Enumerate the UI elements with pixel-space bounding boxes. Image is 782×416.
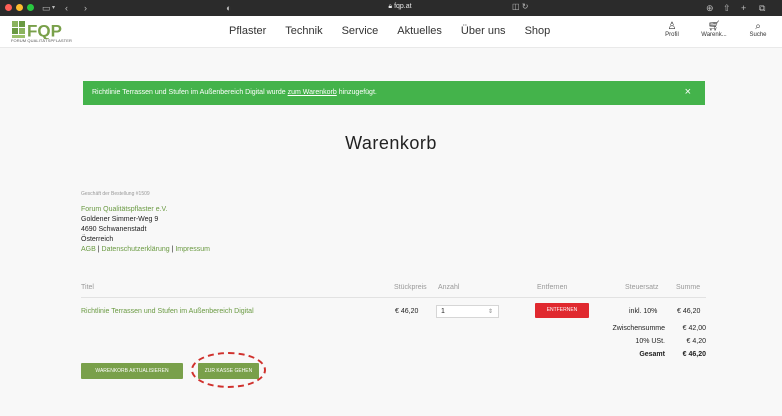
seller-street: Goldener Simmer-Weg 9 <box>81 216 159 223</box>
user-icon: ♙ <box>667 21 677 32</box>
nav-ueber-uns[interactable]: Über uns <box>461 25 506 37</box>
profile-label: Profil <box>665 32 679 38</box>
table-divider <box>81 297 706 298</box>
cart-label: Warenk... <box>701 32 727 38</box>
link-separator: | <box>97 246 100 253</box>
link-separator: | <box>171 246 174 253</box>
col-header-tax: Steuersatz <box>625 284 659 291</box>
back-icon[interactable]: ‹ <box>65 2 68 14</box>
col-header-sum: Summe <box>676 284 701 291</box>
zoom-window-icon[interactable] <box>27 4 34 11</box>
minimize-window-icon[interactable] <box>16 4 23 11</box>
nav-shop[interactable]: Shop <box>525 25 551 37</box>
extension-icon[interactable]: ◫ ↻ <box>512 2 528 11</box>
total-label: Gesamt <box>639 351 665 358</box>
download-icon[interactable]: ⊕ <box>706 2 714 14</box>
subtotal-label: Zwischensumme <box>612 325 665 332</box>
browser-toolbar: ▭ ▾ ‹ › ◐ 🔒︎ fqp.at ◫ ↻ ⊕ ⇧ + ⧉ <box>0 0 782 16</box>
plus-icon[interactable]: + <box>741 2 746 14</box>
legal-links: AGB | Datenschutzerklärung | Impressum <box>81 245 210 255</box>
cart-notice: Richtlinie Terrassen und Stufen im Außen… <box>83 81 705 105</box>
order-label: Geschäft der Bestellung #1509 <box>81 191 150 197</box>
row-sum: € 46,20 <box>677 308 701 315</box>
notice-cart-link[interactable]: zum Warenkorb <box>288 89 337 96</box>
vat-label: 10% USt. <box>635 338 665 345</box>
nav-technik[interactable]: Technik <box>285 25 322 37</box>
quantity-value: 1 <box>441 308 445 315</box>
product-title-link[interactable]: Richtlinie Terrassen und Stufen im Außen… <box>81 308 254 315</box>
nav-pflaster[interactable]: Pflaster <box>229 25 266 37</box>
svg-text:FQP: FQP <box>27 22 62 40</box>
cart-link[interactable]: 🛒︎ Warenk... <box>698 21 730 38</box>
privacy-link[interactable]: Datenschutzerklärung <box>102 246 170 253</box>
col-header-unit-price: Stückpreis <box>394 284 427 291</box>
chevron-down-icon[interactable]: ▾ <box>52 2 55 14</box>
close-icon[interactable]: × <box>685 86 691 98</box>
seller-city: 4690 Schwanenstadt <box>81 226 147 233</box>
imprint-link[interactable]: Impressum <box>175 246 210 253</box>
window-controls[interactable] <box>5 4 34 11</box>
unit-price: € 46,20 <box>395 308 419 315</box>
search-icon: ⌕ <box>755 21 761 32</box>
site-header: FQP FORUM QUALITÄTSPFLASTER Pflaster Tec… <box>0 16 782 48</box>
notice-text-end: hinzugefügt. <box>336 89 377 96</box>
nav-service[interactable]: Service <box>342 25 379 37</box>
vat-value: € 4,20 <box>686 338 706 345</box>
seller-info: Geschäft der Bestellung #1509 Forum Qual… <box>81 189 210 255</box>
logo-subtitle: FORUM QUALITÄTSPFLASTER <box>11 38 72 43</box>
total-value: € 46,20 <box>682 351 706 358</box>
tabs-icon[interactable]: ⧉ <box>759 2 765 14</box>
search-label: Suche <box>749 32 767 38</box>
forward-icon[interactable]: › <box>84 2 87 14</box>
notice-message: Richtlinie Terrassen und Stufen im Außen… <box>92 89 377 96</box>
quantity-stepper[interactable]: 1 ⇕ <box>436 305 499 318</box>
shield-icon[interactable]: ◐ <box>226 2 231 14</box>
seller-name: Forum Qualitätspflaster e.V. <box>81 206 168 213</box>
checkout-highlight-circle <box>191 352 266 388</box>
logo-icon: FQP <box>12 21 62 41</box>
stepper-arrows-icon[interactable]: ⇕ <box>488 308 493 315</box>
col-header-title: Titel <box>81 284 94 291</box>
sidebar-icon[interactable]: ▭ <box>42 2 51 14</box>
close-window-icon[interactable] <box>5 4 12 11</box>
remove-button[interactable]: ENTFERNEN <box>535 303 589 318</box>
agb-link[interactable]: AGB <box>81 246 96 253</box>
subtotal-value: € 42,00 <box>682 325 706 332</box>
lock-icon: 🔒︎ <box>388 3 393 10</box>
col-header-quantity: Anzahl <box>438 284 460 291</box>
seller-country: Österreich <box>81 236 114 243</box>
tax-rate: inkl. 10% <box>629 308 658 315</box>
profile-link[interactable]: ♙ Profil <box>660 21 684 38</box>
update-cart-button[interactable]: WARENKORB AKTUALISIEREN <box>81 363 183 379</box>
main-nav: Pflaster Technik Service Aktuelles Über … <box>229 25 550 37</box>
cart-icon: 🛒︎ <box>707 21 721 32</box>
address-bar[interactable]: 🔒︎ fqp.at <box>360 3 440 11</box>
notice-text: Richtlinie Terrassen und Stufen im Außen… <box>92 89 288 96</box>
share-icon[interactable]: ⇧ <box>723 2 731 14</box>
url-text: fqp.at <box>394 3 412 10</box>
col-header-remove: Entfernen <box>537 284 568 291</box>
search-link[interactable]: ⌕ Suche <box>745 21 771 38</box>
nav-aktuelles[interactable]: Aktuelles <box>397 25 442 37</box>
page-title: Warenkorb <box>345 133 437 153</box>
